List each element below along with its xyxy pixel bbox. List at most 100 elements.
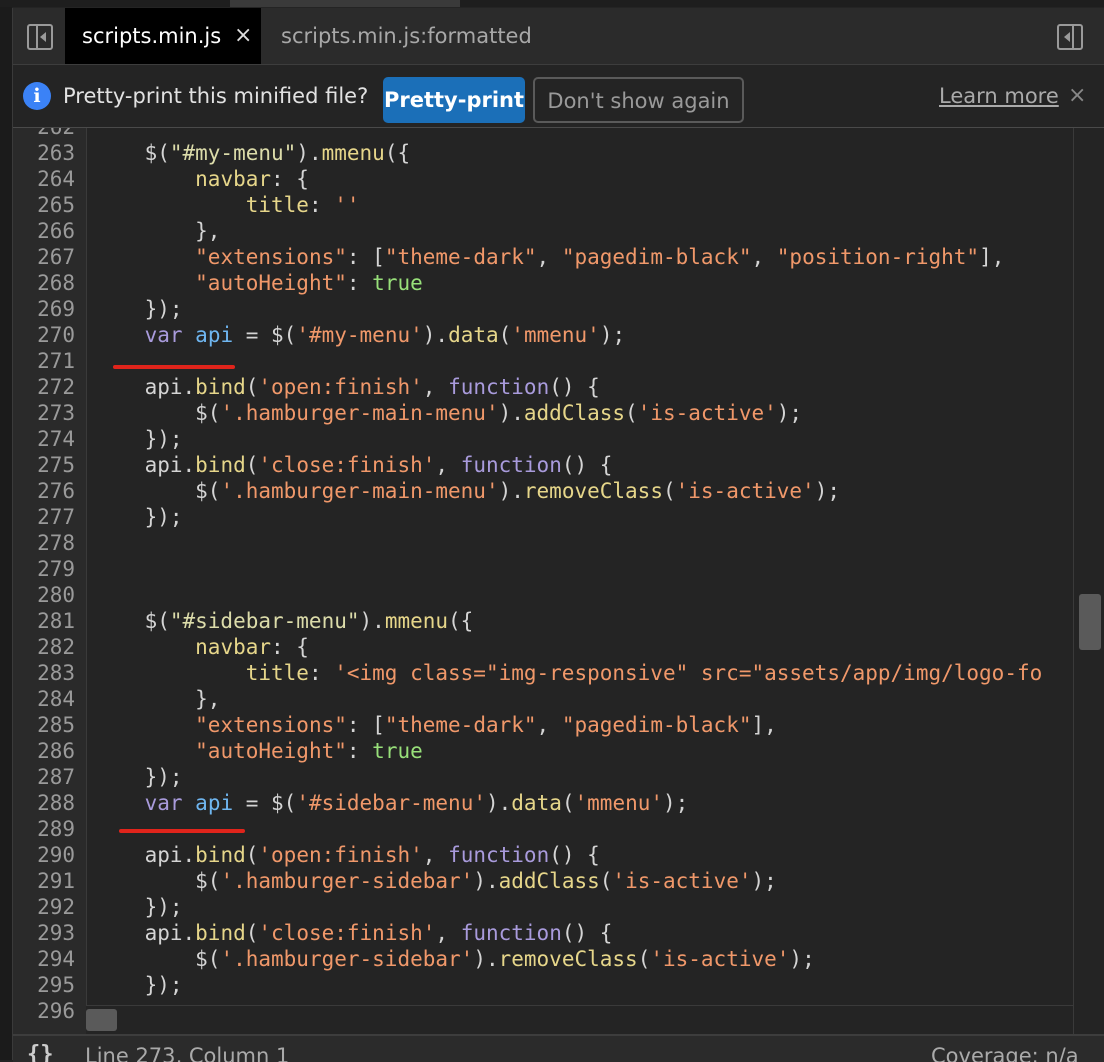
line-number[interactable]: 269 (13, 296, 75, 322)
code-token: , (536, 245, 562, 269)
learn-more-link[interactable]: Learn more (939, 65, 1059, 127)
code-token: ); (663, 791, 689, 815)
dont-show-again-button[interactable]: Don't show again (533, 77, 744, 123)
code-line[interactable]: 292 }); (13, 894, 1068, 920)
line-number[interactable]: 262 (13, 128, 75, 140)
line-number[interactable]: 268 (13, 270, 75, 296)
line-number[interactable]: 294 (13, 946, 75, 972)
infobar-close-icon[interactable]: × (1068, 65, 1086, 127)
line-number[interactable]: 270 (13, 322, 75, 348)
vertical-scroll-thumb[interactable] (1079, 594, 1101, 650)
vertical-scrollbar[interactable] (1073, 128, 1104, 1034)
line-number[interactable]: 291 (13, 868, 75, 894)
line-number[interactable]: 288 (13, 790, 75, 816)
code-line[interactable]: 291 $('.hamburger-sidebar').addClass('is… (13, 868, 1068, 894)
line-number[interactable]: 271 (13, 348, 75, 374)
line-number[interactable]: 277 (13, 504, 75, 530)
line-number[interactable]: 273 (13, 400, 75, 426)
code-line[interactable]: 267 "extensions": ["theme-dark", "pagedi… (13, 244, 1068, 270)
horizontal-scroll-thumb[interactable] (86, 1009, 117, 1031)
horizontal-scrollbar[interactable] (86, 1005, 1073, 1034)
code-line[interactable]: 288 var api = $('#sidebar-menu').data('m… (13, 790, 1068, 816)
code-line[interactable]: 284 }, (13, 686, 1068, 712)
line-number[interactable]: 278 (13, 530, 75, 556)
line-code: $("#sidebar-menu").mmenu({ (94, 608, 474, 634)
code-line[interactable]: 286 "autoHeight": true (13, 738, 1068, 764)
code-line[interactable]: 282 navbar: { (13, 634, 1068, 660)
code-line[interactable]: 270 var api = $('#my-menu').data('mmenu'… (13, 322, 1068, 348)
code-line[interactable]: 293 api.bind('close:finish', function() … (13, 920, 1068, 946)
line-code: api.bind('close:finish', function() { (94, 920, 613, 946)
code-token: function (460, 921, 562, 945)
line-number[interactable]: 267 (13, 244, 75, 270)
line-number[interactable]: 289 (13, 816, 75, 842)
line-code: }, (94, 218, 220, 244)
code-line[interactable]: 273 $('.hamburger-main-menu').addClass('… (13, 400, 1068, 426)
top-edge-strip (0, 0, 1104, 7)
code-line[interactable]: 283 title: '<img class="img-responsive" … (13, 660, 1068, 686)
line-number[interactable]: 265 (13, 192, 75, 218)
line-number[interactable]: 280 (13, 582, 75, 608)
code-line[interactable]: 264 navbar: { (13, 166, 1068, 192)
code-line[interactable]: 271 (13, 348, 1068, 374)
code-token: 'mmenu' (511, 323, 600, 347)
code-token: mmenu (384, 609, 449, 633)
code-editor[interactable]: 262263 $("#my-menu").mmenu({264 navbar: … (13, 128, 1104, 1034)
tab-scripts-min-js-formatted[interactable]: scripts.min.js:formatted (281, 8, 532, 64)
code-token: ( (245, 921, 259, 945)
line-number[interactable]: 266 (13, 218, 75, 244)
code-line[interactable]: 281 $("#sidebar-menu").mmenu({ (13, 608, 1068, 634)
code-line[interactable]: 274 }); (13, 426, 1068, 452)
code-line[interactable]: 278 (13, 530, 1068, 556)
line-number[interactable]: 263 (13, 140, 75, 166)
code-line[interactable]: 268 "autoHeight": true (13, 270, 1068, 296)
line-number[interactable]: 287 (13, 764, 75, 790)
line-number[interactable]: 283 (13, 660, 75, 686)
code-line[interactable]: 265 title: '' (13, 192, 1068, 218)
code-line[interactable]: 287 }); (13, 764, 1068, 790)
line-number[interactable]: 272 (13, 374, 75, 400)
code-line[interactable]: 266 }, (13, 218, 1068, 244)
pretty-print-button[interactable]: Pretty-print (383, 77, 525, 123)
code-line[interactable]: 269 }); (13, 296, 1068, 322)
code-line[interactable]: 263 $("#my-menu").mmenu({ (13, 140, 1068, 166)
toggle-navigator-icon[interactable] (27, 24, 53, 50)
line-number[interactable]: 284 (13, 686, 75, 712)
line-number[interactable]: 282 (13, 634, 75, 660)
code-token: $( (94, 401, 221, 425)
code-line[interactable]: 285 "extensions": ["theme-dark", "pagedi… (13, 712, 1068, 738)
line-number[interactable]: 279 (13, 556, 75, 582)
line-number[interactable]: 275 (13, 452, 75, 478)
line-number[interactable]: 293 (13, 920, 75, 946)
code-line[interactable]: 295 }); (13, 972, 1068, 998)
code-line[interactable]: 280 (13, 582, 1068, 608)
line-number[interactable]: 281 (13, 608, 75, 634)
line-number[interactable]: 295 (13, 972, 75, 998)
code-line[interactable]: 279 (13, 556, 1068, 582)
line-code: title: '' (94, 192, 360, 218)
line-number[interactable]: 292 (13, 894, 75, 920)
code-line[interactable]: 262 (13, 128, 1068, 140)
code-line[interactable]: 290 api.bind('open:finish', function() { (13, 842, 1068, 868)
line-number[interactable]: 286 (13, 738, 75, 764)
tab-close-icon[interactable]: × (234, 8, 252, 64)
line-number[interactable]: 285 (13, 712, 75, 738)
pretty-print-format-icon[interactable]: {} (27, 1042, 54, 1062)
line-number[interactable]: 274 (13, 426, 75, 452)
code-token: '#my-menu' (296, 323, 423, 347)
line-number[interactable]: 290 (13, 842, 75, 868)
code-line[interactable]: 277 }); (13, 504, 1068, 530)
line-number[interactable]: 276 (13, 478, 75, 504)
line-code: $('.hamburger-sidebar').removeClass('is-… (94, 946, 815, 972)
toggle-debugger-icon[interactable] (1057, 24, 1083, 50)
code-token: ({ (448, 609, 474, 633)
code-line[interactable]: 276 $('.hamburger-main-menu').removeClas… (13, 478, 1068, 504)
code-line[interactable]: 272 api.bind('open:finish', function() { (13, 374, 1068, 400)
line-number[interactable]: 264 (13, 166, 75, 192)
code-line[interactable]: 275 api.bind('close:finish', function() … (13, 452, 1068, 478)
line-number[interactable]: 296 (13, 998, 75, 1024)
tab-scripts-min-js[interactable]: scripts.min.js × (65, 8, 261, 64)
code-line[interactable]: 294 $('.hamburger-sidebar').removeClass(… (13, 946, 1068, 972)
